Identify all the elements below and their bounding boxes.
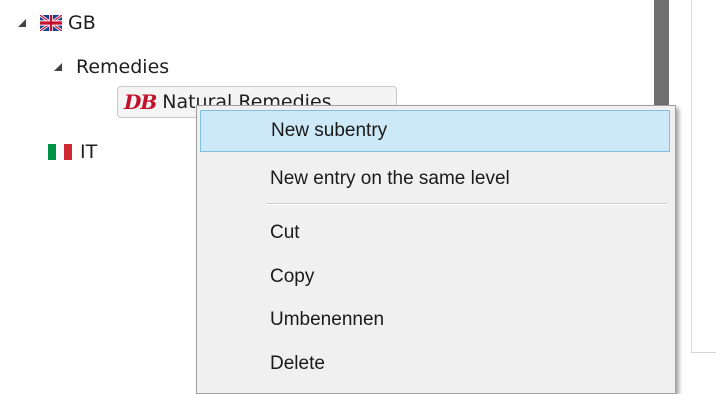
tree-node-remedies[interactable]: Remedies (54, 52, 169, 82)
expanded-arrow-icon[interactable] (54, 63, 62, 71)
italy-flag-icon (48, 144, 72, 160)
menu-item-cut[interactable]: Cut (200, 212, 670, 254)
db-logo-icon: DB (124, 90, 157, 114)
tree-node-gb[interactable]: GB (18, 8, 96, 38)
menu-item-copy[interactable]: Copy (200, 256, 670, 298)
menu-item-new-entry-same-level[interactable]: New entry on the same level (200, 158, 670, 200)
tree-node-label-gb: GB (68, 12, 96, 34)
right-panel (691, 0, 716, 353)
tree-node-it[interactable]: IT (48, 137, 97, 167)
context-menu: New subentry New entry on the same level… (196, 105, 676, 394)
menu-item-delete[interactable]: Delete (200, 343, 670, 385)
menu-separator (267, 203, 667, 205)
expanded-arrow-icon[interactable] (18, 19, 26, 27)
menu-item-rename[interactable]: Umbenennen (200, 299, 670, 341)
menu-item-new-subentry[interactable]: New subentry (200, 110, 670, 152)
tree-node-label-remedies: Remedies (76, 56, 170, 78)
tree-node-label-it: IT (80, 141, 98, 163)
uk-flag-icon (40, 15, 62, 31)
